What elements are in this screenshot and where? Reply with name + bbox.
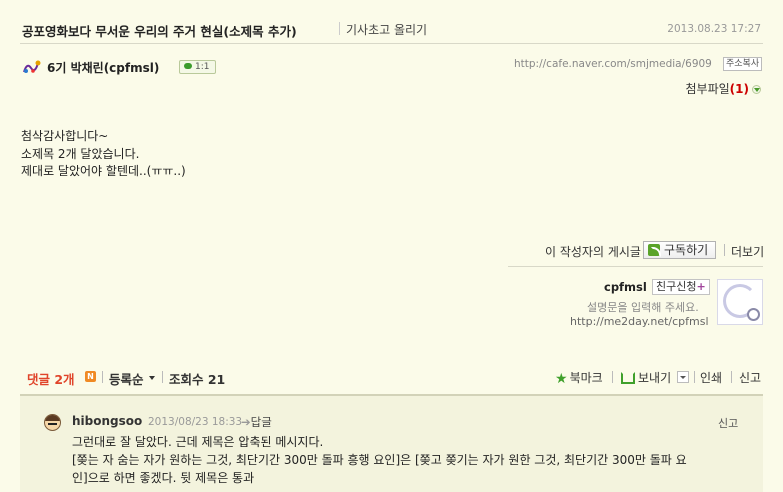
writer-posts-link[interactable]: 이 작성자의 게시글 — [545, 243, 641, 260]
comments-count[interactable]: 댓글 2개 — [27, 369, 75, 388]
chat-button[interactable]: 1:1 — [179, 60, 217, 74]
divider — [102, 371, 103, 383]
star-icon: ★ — [555, 371, 568, 387]
copy-url-button[interactable]: 주소복사 — [723, 57, 763, 71]
new-badge-icon: N — [85, 371, 96, 382]
member-level-icon — [23, 60, 41, 73]
reply-label: 답글 — [250, 415, 272, 429]
plus-icon: + — [696, 280, 706, 293]
attachments-toggle[interactable]: 첨부파일(1) — [685, 80, 761, 97]
chevron-down-icon[interactable] — [149, 376, 155, 380]
profile-avatar[interactable] — [717, 279, 763, 325]
view-count: 조회수 21 — [169, 372, 226, 387]
comment-author[interactable]: hibongsoo — [72, 414, 142, 428]
header-divider — [20, 43, 763, 44]
chat-bubble-icon — [184, 63, 192, 69]
subscribe-button[interactable]: 구독하기 — [643, 241, 716, 259]
attachments-label: 첨부파일 — [685, 82, 730, 96]
reply-arrow-icon: ➔ — [241, 415, 251, 429]
report-button[interactable]: 신고 — [739, 369, 761, 386]
body-line: 소제목 2개 달았습니다. — [21, 147, 140, 161]
profile-id[interactable]: cpfmsl — [604, 280, 647, 294]
comment-line: 그런대로 잘 달았다. 근데 제목은 압축된 메시지다. — [72, 435, 324, 449]
comment-line: [쫒는 자 숨는 자가 원하는 그것, 최단기간 300만 돌파 흥행 요인]은… — [72, 453, 687, 467]
comment-report-button[interactable]: 신고 — [718, 415, 738, 431]
profile-description: 설명문을 입력해 주세요. — [587, 301, 699, 314]
body-line: 제대로 달았어야 할텐데..(ㅠㅠ..) — [21, 164, 186, 178]
chat-button-label: 1:1 — [195, 62, 210, 72]
subscribe-label: 구독하기 — [664, 243, 709, 257]
comment-line: 인]으로 하면 좋겠다. 뒷 제목은 통과 — [72, 471, 255, 485]
board-name-link[interactable]: 기사초고 올리기 — [346, 21, 427, 38]
post-date: 2013.08.23 17:27 — [667, 23, 761, 35]
comment-date: 2013/08/23 18:33 — [148, 416, 243, 428]
attachments-count: (1) — [729, 82, 749, 96]
print-button[interactable]: 인쇄 — [700, 369, 722, 386]
divider — [731, 371, 732, 383]
profile-divider — [508, 266, 763, 267]
profile-url[interactable]: http://me2day.net/cpfmsl — [570, 315, 709, 328]
post-title: 공포영화보다 무서운 우리의 주거 현실(소제목 추가) — [22, 24, 297, 39]
divider — [694, 371, 695, 383]
add-friend-label: 친구신청 — [656, 280, 697, 293]
expand-down-icon — [752, 85, 761, 94]
body-line: 첨삭감사합니다~ — [21, 129, 109, 143]
divider — [162, 371, 163, 383]
rss-icon — [648, 244, 661, 257]
title-divider — [339, 22, 340, 35]
more-link[interactable]: 더보기 — [731, 243, 764, 260]
commenter-avatar-icon — [44, 414, 61, 431]
send-button[interactable]: 보내기 — [621, 369, 671, 386]
author-name[interactable]: 6기 박채린(cpfmsl) — [47, 59, 159, 76]
add-friend-button[interactable]: 친구신청+ — [652, 279, 710, 295]
send-label: 보내기 — [638, 371, 672, 385]
share-icon — [621, 372, 635, 384]
post-url[interactable]: http://cafe.naver.com/smjmedia/6909 — [514, 58, 712, 70]
sort-dropdown[interactable]: 등록순 — [109, 369, 144, 388]
bookmark-button[interactable]: ★ 북마크 — [555, 369, 603, 387]
bookmark-label: 북마크 — [569, 371, 603, 385]
send-options-dropdown[interactable] — [677, 371, 689, 383]
avatar-face-icon — [747, 308, 760, 321]
reply-button[interactable]: ➔답글 — [241, 414, 272, 430]
divider — [612, 371, 613, 383]
divider — [724, 244, 725, 256]
